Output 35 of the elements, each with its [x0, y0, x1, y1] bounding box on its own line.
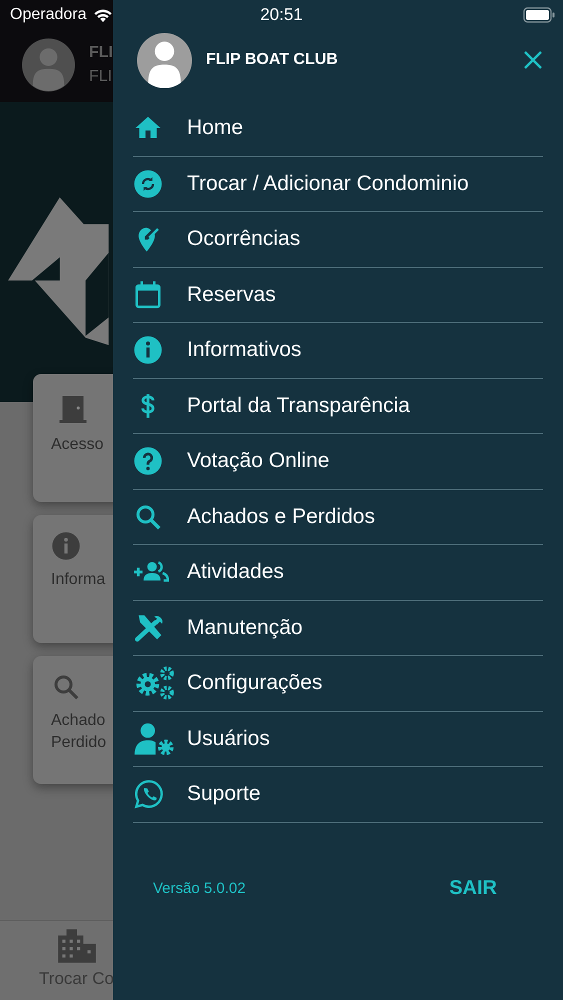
- buildings-icon: [56, 929, 98, 963]
- carrier-name: Operadora: [10, 6, 86, 24]
- close-icon[interactable]: [523, 50, 543, 70]
- chat-phone-icon: [133, 778, 165, 810]
- card-label: Informa: [51, 570, 106, 590]
- menu-item[interactable]: Informativos: [133, 323, 543, 378]
- calendar-icon: [133, 280, 163, 310]
- avatar-icon: [137, 32, 192, 88]
- menu-item[interactable]: Atividades: [133, 545, 543, 600]
- logout-button[interactable]: SAIR: [447, 874, 499, 902]
- header-text: FLI: [89, 68, 113, 86]
- club-name: FLIP BOAT CLUB: [206, 51, 338, 69]
- card-label: Achado Perdido: [51, 711, 106, 753]
- menu-item[interactable]: Suporte: [133, 767, 543, 822]
- menu-item[interactable]: Ocorrências: [133, 212, 543, 268]
- menu-item[interactable]: Configurações: [133, 656, 543, 712]
- clock: 20:51: [259, 5, 304, 25]
- question-icon: [133, 446, 163, 476]
- sync-icon: [133, 168, 163, 199]
- wifi-icon: [92, 7, 114, 23]
- info-icon: [133, 335, 163, 366]
- menu-item[interactable]: Reservas: [133, 268, 543, 323]
- header-text: FLI: [89, 44, 113, 62]
- menu-item[interactable]: Manutenção: [133, 600, 543, 656]
- menu-item[interactable]: Portal da Transparência: [133, 378, 543, 434]
- info-icon: [51, 531, 81, 561]
- menu-item[interactable]: Trocar / Adicionar Condominio: [133, 156, 543, 212]
- menu-item[interactable]: Usuários: [133, 712, 543, 767]
- menu-item[interactable]: Home: [133, 101, 543, 156]
- menu-item[interactable]: Votação Online: [133, 434, 543, 490]
- avatar-icon: [22, 38, 75, 92]
- battery-icon: [523, 7, 555, 23]
- version-text: Versão 5.0.02: [153, 880, 246, 896]
- card-label: Acesso: [51, 435, 104, 455]
- menu-item[interactable]: Achados e Perdidos: [133, 490, 543, 545]
